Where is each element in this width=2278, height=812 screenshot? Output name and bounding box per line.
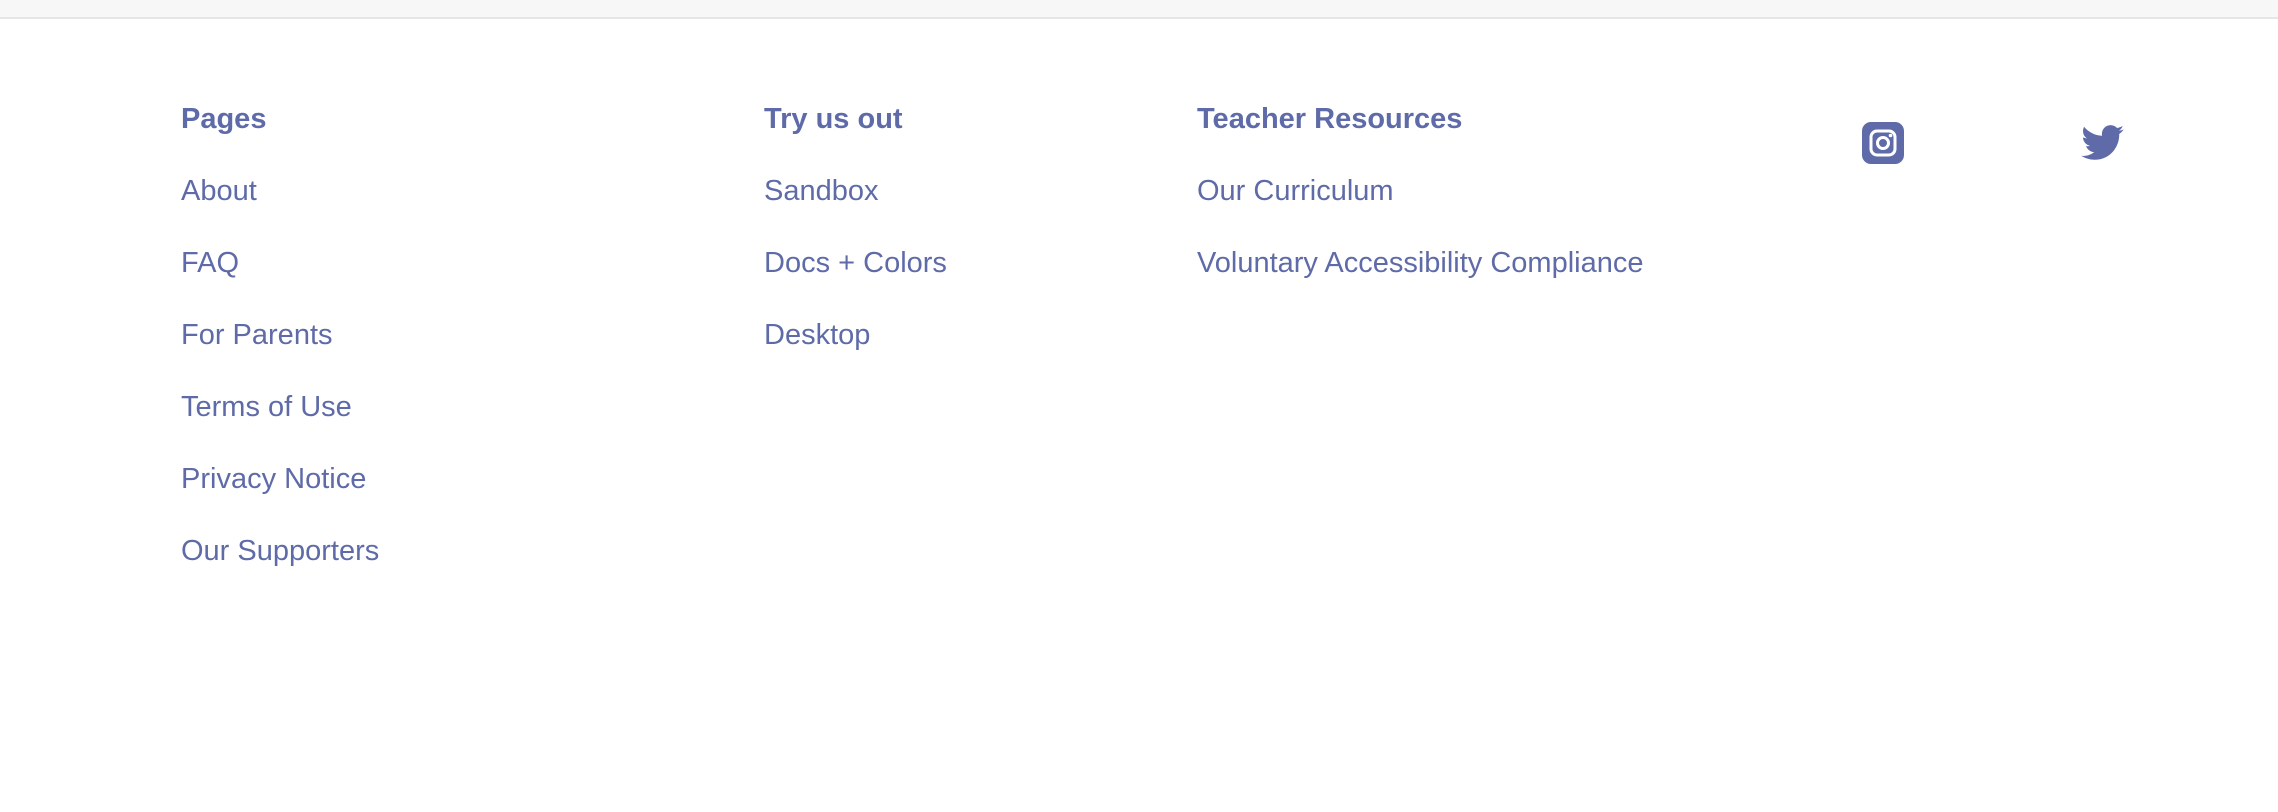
link-our-supporters[interactable]: Our Supporters [181,535,379,567]
footer-column-pages: Pages About FAQ For Parents Terms of Use… [181,99,379,603]
twitter-icon [2081,125,2124,160]
list-item: Our Curriculum [1197,171,1643,243]
link-our-curriculum[interactable]: Our Curriculum [1197,175,1394,207]
list-item: Privacy Notice [181,459,379,531]
list-item: Voluntary Accessibility Compliance [1197,243,1643,315]
list-item: Docs + Colors [764,243,947,315]
list-item: FAQ [181,243,379,315]
footer-links-try-us-out: Sandbox Docs + Colors Desktop [764,171,947,387]
link-privacy-notice[interactable]: Privacy Notice [181,463,366,495]
list-item: Desktop [764,315,947,387]
footer-heading-teacher-resources: Teacher Resources [1197,103,1463,135]
footer-heading-try-us-out: Try us out [764,103,903,135]
link-terms-of-use[interactable]: Terms of Use [181,391,352,423]
list-item: Terms of Use [181,387,379,459]
footer-links-pages: About FAQ For Parents Terms of Use Priva… [181,171,379,603]
link-voluntary-accessibility-compliance[interactable]: Voluntary Accessibility Compliance [1197,247,1643,279]
link-docs-colors[interactable]: Docs + Colors [764,247,947,279]
footer-column-teacher-resources: Teacher Resources Our Curriculum Volunta… [1197,99,1643,315]
instagram-link[interactable] [1861,121,1905,165]
instagram-icon [1862,122,1904,164]
twitter-link[interactable] [2081,121,2125,165]
list-item: Our Supporters [181,531,379,603]
footer-links-teacher-resources: Our Curriculum Voluntary Accessibility C… [1197,171,1643,315]
footer-column-try-us-out: Try us out Sandbox Docs + Colors Desktop [764,99,947,387]
link-sandbox[interactable]: Sandbox [764,175,879,207]
list-item: For Parents [181,315,379,387]
list-item: Sandbox [764,171,947,243]
site-footer: Pages About FAQ For Parents Terms of Use… [0,19,2278,812]
footer-heading-pages: Pages [181,103,267,135]
top-bar [0,0,2278,19]
link-desktop[interactable]: Desktop [764,319,870,351]
link-about[interactable]: About [181,175,257,207]
list-item: About [181,171,379,243]
link-faq[interactable]: FAQ [181,247,239,279]
link-for-parents[interactable]: For Parents [181,319,333,351]
